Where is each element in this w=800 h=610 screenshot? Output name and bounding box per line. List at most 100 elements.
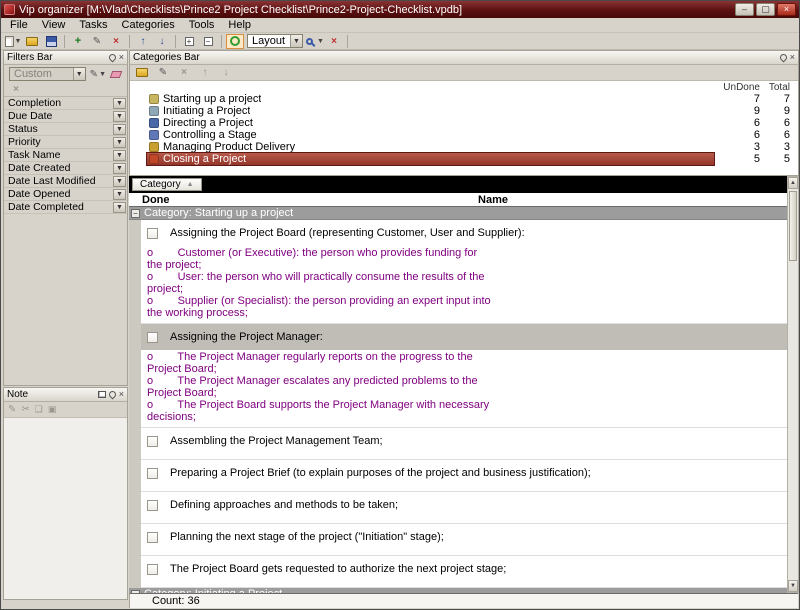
- total-column-header[interactable]: Total: [760, 82, 798, 93]
- filter-dropdown-button[interactable]: ▼: [113, 189, 126, 200]
- category-row[interactable]: Initiating a Project 9 9: [130, 105, 798, 117]
- delete-category-button[interactable]: ×: [175, 65, 193, 80]
- copy-icon[interactable]: ❏: [35, 404, 43, 415]
- collapse-icon[interactable]: −: [131, 209, 140, 218]
- expand-all-button[interactable]: +: [180, 34, 198, 49]
- clear-filter-button[interactable]: [108, 67, 124, 81]
- move-category-up-button[interactable]: ↑: [196, 65, 214, 80]
- category-row[interactable]: Closing a Project 5 5: [130, 153, 798, 165]
- collapse-all-button[interactable]: −: [199, 34, 217, 49]
- task-item[interactable]: Preparing a Project Brief (to explain pu…: [141, 460, 787, 492]
- menu-item[interactable]: File: [3, 18, 35, 32]
- task-row[interactable]: Assigning the Project Manager:: [141, 324, 787, 350]
- filter-row[interactable]: Completion ▼: [4, 97, 127, 110]
- task-checkbox[interactable]: [147, 564, 158, 575]
- category-row[interactable]: Controlling a Stage 6 6: [130, 129, 798, 141]
- task-item[interactable]: Planning the next stage of the project (…: [141, 524, 787, 556]
- restore-icon[interactable]: [98, 391, 106, 398]
- filter-dropdown-button[interactable]: ▼: [113, 163, 126, 174]
- task-checkbox[interactable]: [147, 436, 158, 447]
- filter-dropdown-button[interactable]: ▼: [113, 111, 126, 122]
- name-column-header[interactable]: Name: [199, 194, 787, 206]
- filter-dropdown-button[interactable]: ▼: [113, 176, 126, 187]
- minimize-button[interactable]: –: [735, 3, 754, 16]
- note-content[interactable]: [4, 418, 127, 599]
- edit-note-icon[interactable]: ✎: [8, 404, 16, 415]
- task-item[interactable]: Defining approaches and methods to be ta…: [141, 492, 787, 524]
- task-checkbox[interactable]: [147, 228, 158, 239]
- edit-category-button[interactable]: ✎: [154, 65, 172, 80]
- pin-icon[interactable]: [107, 390, 117, 400]
- task-row[interactable]: Planning the next stage of the project (…: [141, 524, 787, 550]
- delete-task-button[interactable]: ×: [107, 34, 125, 49]
- task-checkbox[interactable]: [147, 468, 158, 479]
- filter-dropdown-button[interactable]: ▼: [113, 150, 126, 161]
- task-checkbox[interactable]: [147, 500, 158, 511]
- menu-item[interactable]: Tools: [182, 18, 222, 32]
- filter-row[interactable]: Priority ▼: [4, 136, 127, 149]
- task-item[interactable]: Assembling the Project Management Team;: [141, 428, 787, 460]
- filter-dropdown-button[interactable]: ▼: [113, 124, 126, 135]
- maximize-button[interactable]: ▢: [756, 3, 775, 16]
- save-button[interactable]: [42, 34, 60, 49]
- vertical-scrollbar[interactable]: ▲ ▼: [787, 176, 799, 593]
- task-item[interactable]: Assigning the Project Manager: o The Pro…: [141, 324, 787, 428]
- move-up-button[interactable]: ↑: [134, 34, 152, 49]
- move-category-down-button[interactable]: ↓: [217, 65, 235, 80]
- task-checkbox[interactable]: [147, 332, 158, 343]
- filter-row[interactable]: Due Date ▼: [4, 110, 127, 123]
- category-row[interactable]: Starting up a project 7 7: [130, 93, 798, 105]
- undone-column-header[interactable]: UnDone: [714, 82, 760, 93]
- menu-item[interactable]: Help: [221, 18, 258, 32]
- category-row[interactable]: Directing a Project 6 6: [130, 117, 798, 129]
- refresh-button[interactable]: [226, 34, 244, 49]
- clear-search-button[interactable]: ×: [325, 34, 343, 49]
- scrollbar-thumb[interactable]: [789, 191, 797, 261]
- category-row[interactable]: Managing Product Delivery 3 3: [130, 141, 798, 153]
- scroll-down-button[interactable]: ▼: [788, 580, 798, 592]
- new-document-button[interactable]: ▼: [4, 34, 22, 49]
- close-icon[interactable]: ×: [119, 390, 124, 399]
- move-down-button[interactable]: ↓: [153, 34, 171, 49]
- task-checkbox[interactable]: [147, 532, 158, 543]
- filter-row[interactable]: Date Last Modified ▼: [4, 175, 127, 188]
- task-row[interactable]: Assigning the Project Board (representin…: [141, 220, 787, 246]
- close-icon[interactable]: ×: [790, 53, 795, 62]
- edit-filter-button[interactable]: ✎▼: [90, 67, 106, 81]
- task-row[interactable]: Preparing a Project Brief (to explain pu…: [141, 460, 787, 486]
- add-task-button[interactable]: +: [69, 34, 87, 49]
- category-group-button[interactable]: Category ▲: [132, 178, 202, 191]
- filter-preset-select[interactable]: Custom ▼: [9, 67, 86, 81]
- filter-row[interactable]: Date Completed ▼: [4, 201, 127, 214]
- menu-item[interactable]: Tasks: [72, 18, 114, 32]
- layout-select[interactable]: Layout ▼: [247, 34, 303, 48]
- filter-row[interactable]: Task Name ▼: [4, 149, 127, 162]
- open-file-button[interactable]: [23, 34, 41, 49]
- task-item[interactable]: The Project Board gets requested to auth…: [141, 556, 787, 588]
- done-column-header[interactable]: Done: [129, 194, 199, 206]
- edit-task-button[interactable]: ✎: [88, 34, 106, 49]
- filter-dropdown-button[interactable]: ▼: [113, 137, 126, 148]
- filter-row[interactable]: Date Opened ▼: [4, 188, 127, 201]
- task-row[interactable]: Assembling the Project Management Team;: [141, 428, 787, 454]
- paste-icon[interactable]: ▣: [48, 404, 57, 415]
- task-row[interactable]: The Project Board gets requested to auth…: [141, 556, 787, 582]
- close-icon[interactable]: ×: [119, 53, 124, 62]
- filter-row[interactable]: Date Created ▼: [4, 162, 127, 175]
- scroll-up-button[interactable]: ▲: [788, 177, 798, 189]
- pin-icon[interactable]: [107, 53, 117, 63]
- remove-filter-button[interactable]: ×: [8, 83, 24, 97]
- filter-dropdown-button[interactable]: ▼: [113, 202, 126, 213]
- task-row[interactable]: Defining approaches and methods to be ta…: [141, 492, 787, 518]
- menu-item[interactable]: View: [35, 18, 73, 32]
- close-button[interactable]: ×: [777, 3, 796, 16]
- cut-icon[interactable]: ✂: [21, 404, 29, 415]
- filter-dropdown-button[interactable]: ▼: [113, 98, 126, 109]
- group-header[interactable]: − Category: Starting up a project: [129, 207, 787, 220]
- menu-item[interactable]: Categories: [115, 18, 182, 32]
- find-button[interactable]: ▼: [306, 34, 324, 49]
- task-item[interactable]: Assigning the Project Board (representin…: [141, 220, 787, 324]
- pin-icon[interactable]: [778, 53, 788, 63]
- add-category-button[interactable]: [133, 65, 151, 80]
- filter-row[interactable]: Status ▼: [4, 123, 127, 136]
